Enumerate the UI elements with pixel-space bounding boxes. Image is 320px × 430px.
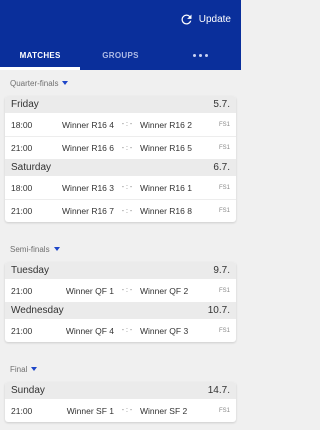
tv-channel: FS1 [218,184,230,191]
tab-groups[interactable]: GROUPS [80,40,160,70]
away-team: Winner R16 1 [140,182,192,193]
tab-bar: MATCHES GROUPS [0,40,241,70]
home-team: Winner SF 1 [66,405,114,416]
round-card: Friday 5.7. 18:00 Winner R16 4 - : - Winner R… [5,96,236,222]
day-row: Wednesday 10.7. [5,302,236,319]
match-score: - : - [121,327,133,334]
round-header[interactable]: Semi-finals [0,236,241,262]
home-team: Winner R16 7 [62,206,114,216]
round-title: Semi-finals [10,244,50,254]
tv-channel: FS1 [218,208,230,214]
match-score: - : - [121,207,133,215]
away-team: Winner QF 3 [140,325,189,336]
match-score: - : - [121,184,133,191]
day-name: Saturday [11,162,52,173]
tab-matches[interactable]: MATCHES [0,40,81,70]
match-row[interactable]: 21:00 Winner QF 4 - : - Winner QF 3 FS1 [5,319,236,342]
day-date: 6.7. [213,162,230,173]
update-button[interactable]: Update [179,9,231,29]
away-team: Winner R16 2 [140,119,192,130]
match-row[interactable]: 21:00 Winner R16 7 - : - Winner R16 8 FS1 [5,199,236,222]
home-team: Winner QF 4 [65,325,114,336]
day-name: Wednesday [11,305,64,316]
match-row[interactable]: 18:00 Winner R16 4 - : - Winner R16 2 FS1 [5,113,236,136]
caret-down-icon [62,81,69,85]
away-team: Winner SF 2 [140,405,188,416]
caret-down-icon [31,367,38,371]
match-time: 18:00 [11,182,33,193]
match-score: - : - [121,121,133,128]
away-team: Winner R16 5 [140,143,192,153]
match-score: - : - [121,407,133,414]
away-team: Winner R16 8 [140,206,192,216]
more-dots-icon [193,53,209,57]
caret-down-icon [53,247,60,251]
round-header[interactable]: Quarter-finals [0,70,241,96]
match-row[interactable]: 21:00 Winner SF 1 - : - Winner SF 2 FS1 [5,399,236,422]
home-team: Winner R16 6 [62,143,114,153]
match-time: 21:00 [11,325,33,336]
refresh-icon [181,13,192,24]
day-date: 14.7. [207,385,230,396]
tv-channel: FS1 [218,407,230,414]
day-date: 10.7. [207,305,230,316]
day-date: 9.7. [213,265,230,276]
away-team: Winner QF 2 [140,285,189,296]
home-team: Winner QF 1 [65,285,114,296]
round-title: Quarter-finals [10,78,59,88]
match-score: - : - [121,144,133,152]
match-time: 21:00 [11,405,33,416]
match-score: - : - [121,287,133,294]
home-team: Winner R16 3 [62,182,114,193]
tv-channel: FS1 [218,287,230,294]
match-time: 21:00 [11,285,33,296]
more-menu-button[interactable] [161,40,241,70]
match-row[interactable]: 18:00 Winner R16 3 - : - Winner R16 1 FS1 [5,176,236,199]
home-team: Winner R16 4 [62,119,114,130]
match-row[interactable]: 21:00 Winner R16 6 - : - Winner R16 5 FS1 [5,136,236,159]
day-row: Sunday 14.7. [5,382,236,399]
day-name: Tuesday [11,265,49,276]
app-bar: Update MATCHES GROUPS [0,0,241,70]
round-card: Tuesday 9.7. 21:00 Winner QF 1 - : - Winner Q… [5,262,236,342]
round-card: Sunday 14.7. 21:00 Winner SF 1 - : - Winner S… [5,382,236,422]
match-row[interactable]: 21:00 Winner QF 1 - : - Winner QF 2 FS1 [5,279,236,302]
day-date: 5.7. [213,99,230,110]
round-header[interactable]: Final [0,356,241,382]
day-name: Sunday [11,385,45,396]
match-time: 21:00 [11,143,33,153]
tv-channel: FS1 [218,145,230,151]
tv-channel: FS1 [218,327,230,334]
match-time: 18:00 [11,119,33,130]
match-list: Quarter-finals Friday 5.7. 18:00 Winner R16 … [0,70,241,422]
round-title: Final [10,364,28,374]
day-row: Saturday 6.7. [5,159,236,176]
tv-channel: FS1 [218,121,230,128]
day-name: Friday [11,99,39,110]
day-row: Friday 5.7. [5,96,236,113]
day-row: Tuesday 9.7. [5,262,236,279]
match-time: 21:00 [11,206,33,216]
update-label: Update [198,13,231,25]
